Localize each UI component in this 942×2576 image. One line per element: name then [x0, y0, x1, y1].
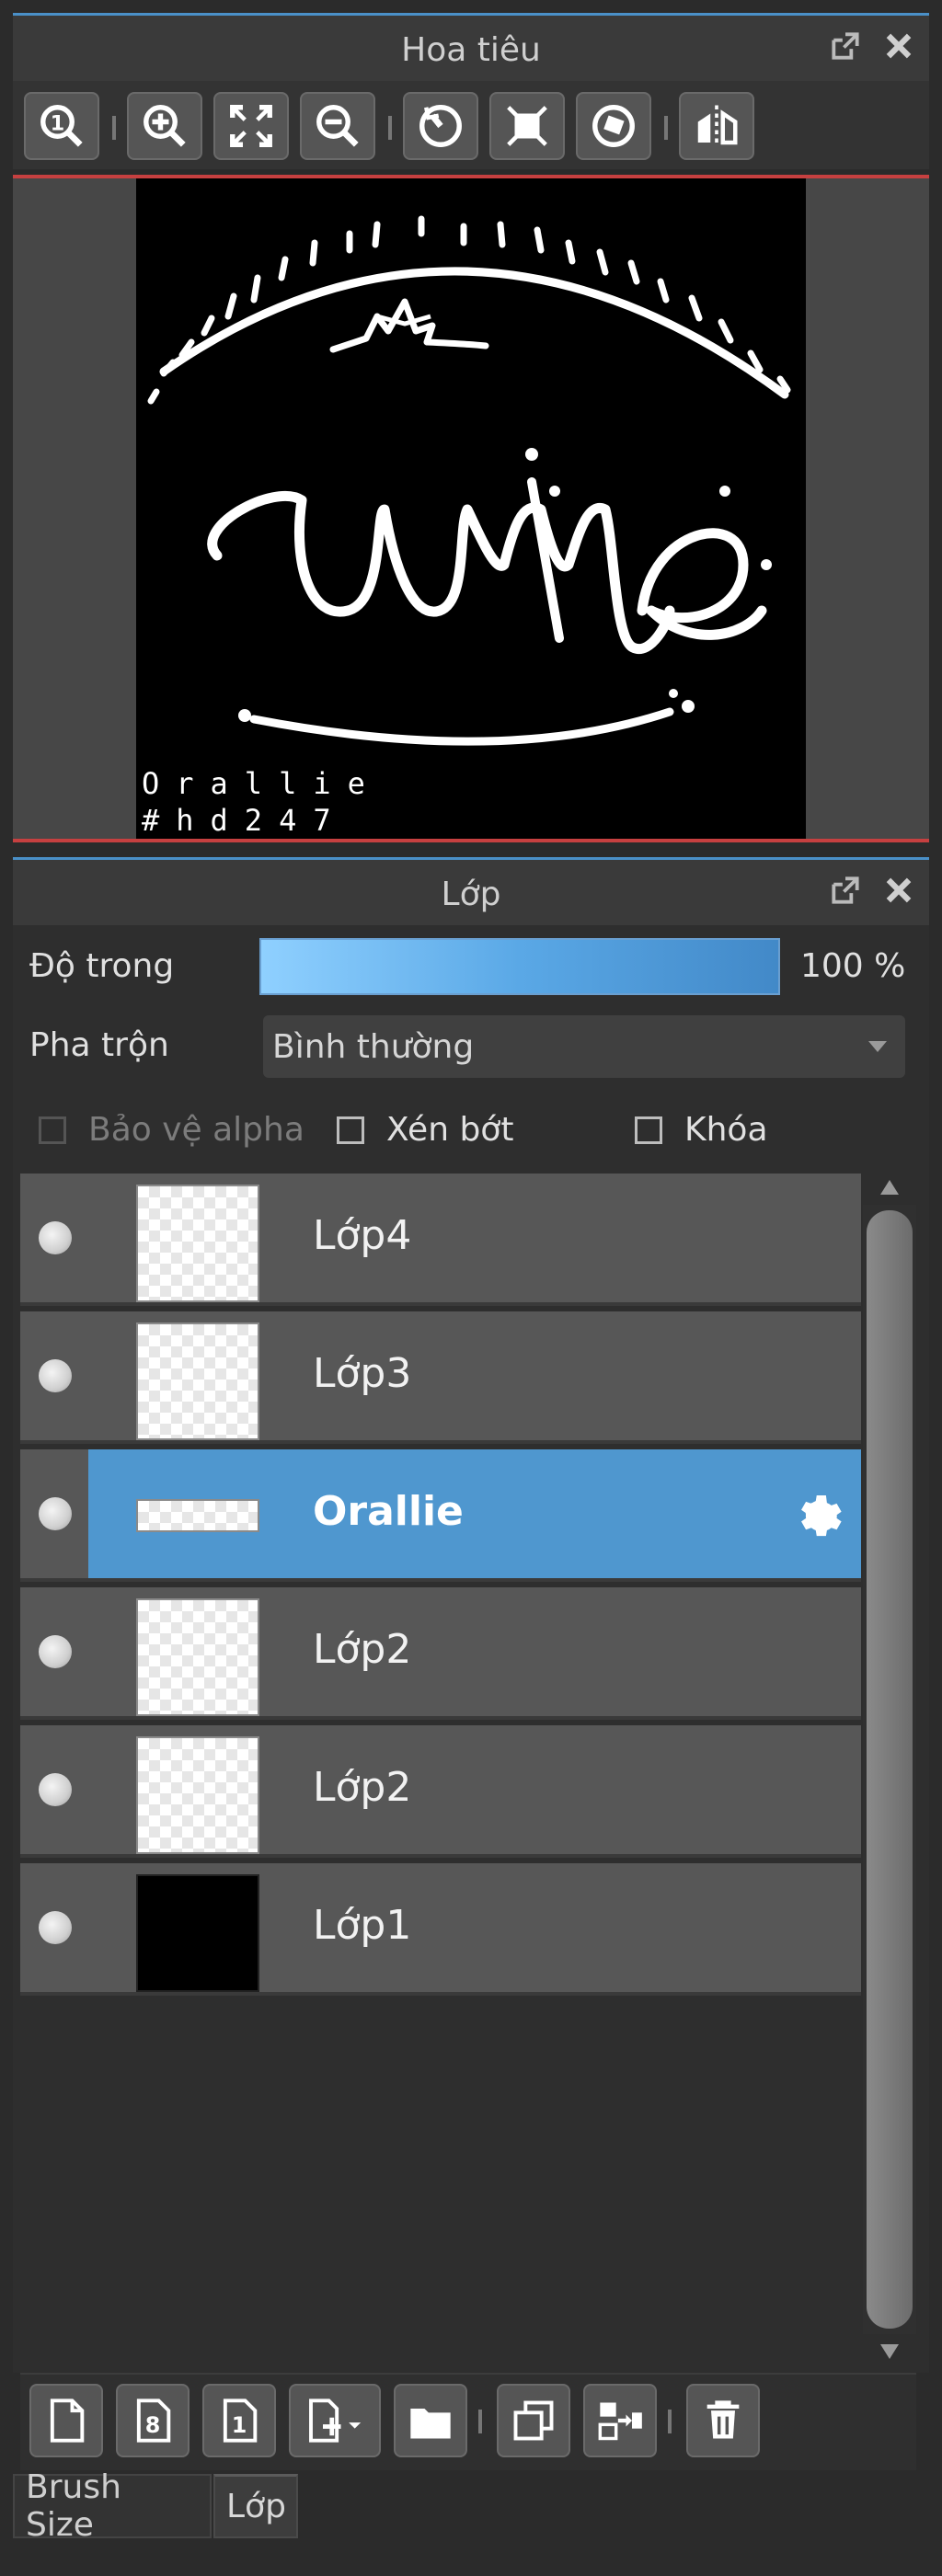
tab-brush-size[interactable]: Brush Size	[13, 2468, 212, 2544]
layer-name: Orallie	[313, 1488, 464, 1535]
layer-name: Lớp2	[313, 1764, 412, 1811]
zoom-actual-icon: 1	[40, 105, 83, 147]
protect-alpha-checkbox[interactable]	[39, 1116, 66, 1144]
layer-row[interactable]: Lớp1	[20, 1863, 861, 1996]
blend-label: Pha trộn	[29, 1026, 169, 1064]
lock-checkbox[interactable]	[635, 1116, 662, 1144]
layer-toolbar: 8 1	[20, 2373, 916, 2470]
blend-mode-value: Bình thường	[272, 1027, 475, 1066]
layer-row[interactable]: Lớp4	[20, 1174, 861, 1306]
delete-layer-button[interactable]	[686, 2384, 760, 2457]
layer-thumbnail	[136, 1736, 259, 1854]
visibility-toggle-icon[interactable]	[39, 1497, 72, 1530]
new-8bit-layer-button[interactable]: 8	[116, 2384, 190, 2457]
duplicate-layer-button[interactable]	[497, 2384, 570, 2457]
fit-screen-button[interactable]	[213, 92, 289, 160]
scrollbar-thumb[interactable]	[867, 1210, 913, 2329]
close-icon[interactable]	[881, 29, 916, 63]
zoom-out-icon	[316, 105, 359, 147]
visibility-toggle-icon[interactable]	[39, 1773, 72, 1806]
new-8bit-layer-icon: 8	[136, 2399, 171, 2443]
protect-alpha-label: Bảo vệ alpha	[88, 1111, 304, 1149]
layers-title: Lớp	[441, 875, 501, 913]
zoom-in-button[interactable]	[127, 92, 202, 160]
layer-thumbnail	[136, 1499, 259, 1532]
chevron-down-icon	[868, 1041, 887, 1052]
opacity-label: Độ trong	[29, 947, 175, 985]
layer-row[interactable]: Lớp2	[20, 1587, 861, 1720]
reset-rotation-button[interactable]	[489, 92, 565, 160]
merge-down-button[interactable]	[583, 2384, 657, 2457]
navigator-canvas-preview[interactable]: Orallie #hd247	[136, 178, 806, 839]
rotate-right-icon	[592, 105, 635, 147]
rotate-right-button[interactable]	[576, 92, 651, 160]
new-folder-button[interactable]	[394, 2384, 467, 2457]
tab-label: Lớp	[226, 2488, 286, 2525]
clipping-checkbox[interactable]	[337, 1116, 364, 1144]
reset-rotation-icon	[507, 106, 547, 146]
layer-row[interactable]: Lớp3	[20, 1311, 861, 1444]
gear-icon[interactable]	[793, 1486, 852, 1545]
new-layer-button[interactable]	[29, 2384, 103, 2457]
canvas-watermark: Orallie #hd247	[142, 765, 382, 839]
delete-layer-icon	[706, 2400, 740, 2439]
opacity-value: 100 %	[800, 947, 906, 985]
layer-scrollbar[interactable]	[863, 1174, 916, 2365]
svg-text:8: 8	[145, 2412, 161, 2438]
layers-header: Lớp	[13, 857, 929, 928]
scroll-up-icon[interactable]	[879, 1177, 901, 1197]
layer-name: Lớp4	[313, 1212, 412, 1259]
rotate-left-icon	[419, 105, 462, 147]
layer-name: Lớp2	[313, 1626, 412, 1673]
opacity-slider[interactable]	[259, 938, 780, 995]
layer-thumbnail	[136, 1598, 259, 1716]
zoom-in-icon	[144, 105, 186, 147]
blend-mode-select[interactable]: Bình thường	[263, 1015, 905, 1078]
panel-tabs: Brush Size Lớp	[13, 2468, 929, 2544]
layer-row-selected[interactable]: Orallie	[20, 1449, 861, 1582]
layer-thumbnail	[136, 1874, 259, 1992]
tab-label: Brush Size	[26, 2468, 121, 2544]
close-icon[interactable]	[881, 873, 916, 908]
visibility-toggle-icon[interactable]	[39, 1635, 72, 1668]
fit-screen-icon	[230, 105, 272, 147]
tab-layers[interactable]: Lớp	[213, 2474, 298, 2538]
flip-horizontal-button[interactable]	[679, 92, 754, 160]
add-layer-menu-button[interactable]	[289, 2384, 381, 2457]
new-1bit-layer-button[interactable]: 1	[202, 2384, 276, 2457]
visibility-toggle-icon[interactable]	[39, 1911, 72, 1944]
new-folder-icon	[410, 2409, 451, 2439]
svg-text:1: 1	[232, 2412, 247, 2438]
layer-row[interactable]: Lớp2	[20, 1725, 861, 1858]
navigator-header: Hoa tiêu	[13, 13, 929, 84]
lock-label: Khóa	[684, 1111, 768, 1149]
navigator-title: Hoa tiêu	[401, 30, 541, 69]
scroll-down-icon[interactable]	[879, 2341, 901, 2362]
new-1bit-layer-icon: 1	[223, 2399, 258, 2443]
duplicate-layer-icon	[513, 2400, 554, 2441]
add-layer-menu-icon	[309, 2399, 362, 2443]
svg-text:1: 1	[51, 112, 65, 136]
canvas-text-line2: #hd247	[142, 803, 348, 838]
visibility-toggle-icon[interactable]	[39, 1359, 72, 1392]
visibility-toggle-icon[interactable]	[39, 1221, 72, 1254]
navigator-view[interactable]: Orallie #hd247	[13, 175, 929, 842]
clipping-label: Xén bớt	[386, 1111, 514, 1149]
canvas-artwork	[147, 215, 791, 746]
rotate-left-button[interactable]	[403, 92, 478, 160]
zoom-out-button[interactable]	[300, 92, 375, 160]
navigator-toolbar: 1	[13, 81, 929, 169]
layer-thumbnail	[136, 1322, 259, 1440]
layer-name: Lớp3	[313, 1350, 412, 1397]
popout-icon[interactable]	[828, 873, 863, 908]
layer-thumbnail	[136, 1185, 259, 1302]
zoom-actual-button[interactable]: 1	[24, 92, 99, 160]
flip-horizontal-icon	[697, 105, 738, 147]
merge-down-icon	[598, 2402, 642, 2441]
popout-icon[interactable]	[828, 29, 863, 63]
canvas-text-line1: Orallie	[142, 766, 382, 801]
layer-name: Lớp1	[313, 1902, 412, 1949]
new-layer-icon	[50, 2399, 85, 2443]
